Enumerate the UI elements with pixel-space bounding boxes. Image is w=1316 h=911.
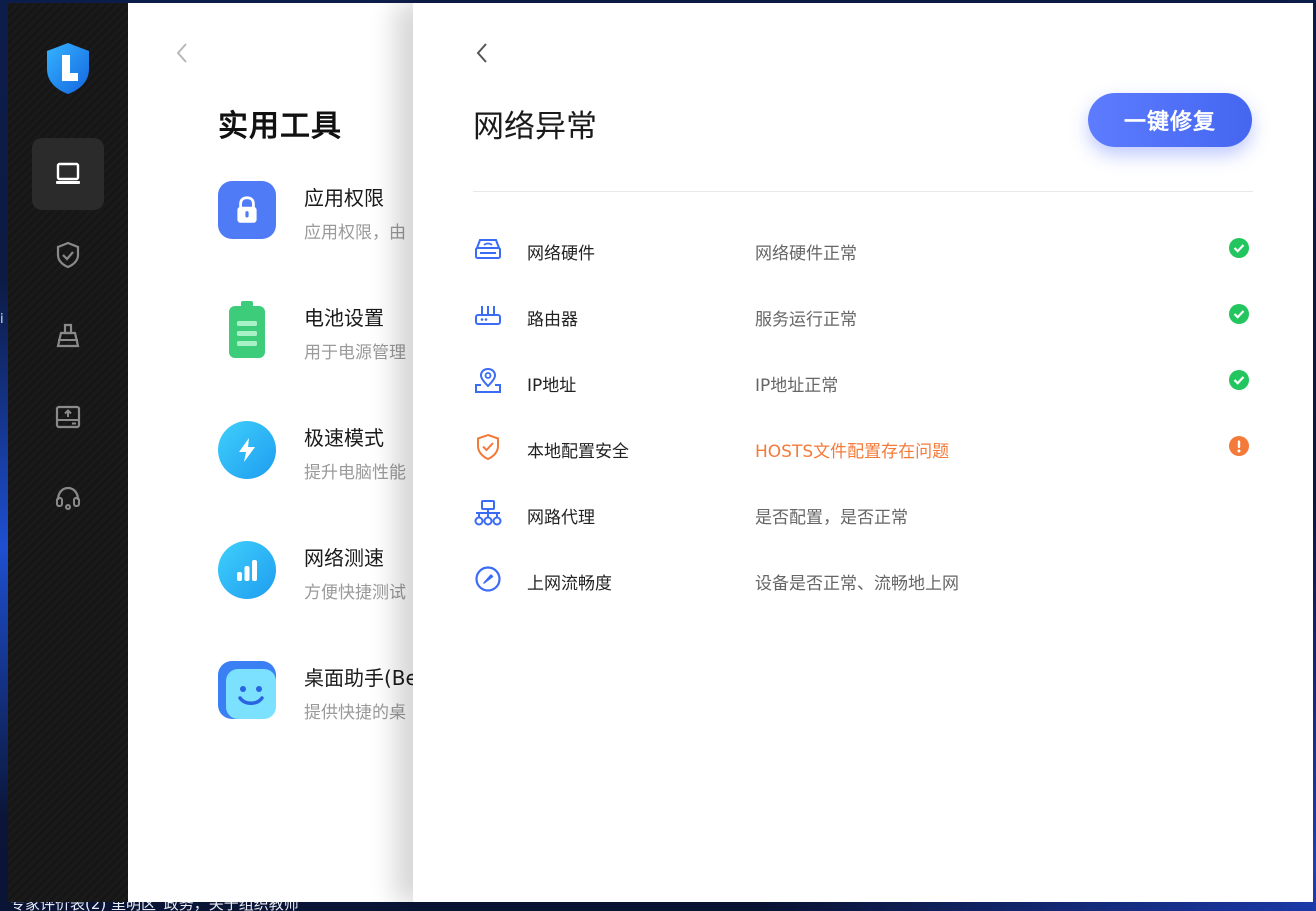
nav-computer[interactable] (32, 138, 104, 210)
check-name: 上网流畅度 (527, 574, 612, 594)
ok-check-icon (1229, 304, 1249, 324)
tool-name: 电池设置 (304, 306, 384, 330)
upload-box-icon (55, 405, 81, 429)
smile-icon (218, 661, 276, 719)
nav-security[interactable] (32, 219, 104, 291)
proxy-tree-icon (474, 500, 502, 526)
check-status: 设备是否正常、流畅地上网 (755, 574, 959, 594)
tool-name: 应用权限 (304, 186, 384, 210)
tool-desc: 用于电源管理 (304, 343, 406, 363)
check-name: 网络硬件 (527, 244, 595, 264)
check-status: HOSTS文件配置存在问题 (755, 442, 950, 462)
tool-desc: 提升电脑性能 (304, 463, 406, 483)
lightning-icon (218, 421, 276, 479)
check-status: 服务运行正常 (755, 310, 857, 330)
ok-check-icon (1229, 370, 1249, 390)
speedometer-icon (475, 566, 501, 592)
network-hardware-icon (475, 239, 501, 259)
check-row-network-hardware: 网络硬件 网络硬件正常 (473, 229, 1253, 269)
tool-name: 桌面助手(Be (304, 666, 418, 690)
one-click-fix-button[interactable]: 一键修复 (1088, 93, 1252, 147)
nav-cleanup[interactable] (32, 300, 104, 372)
location-pin-icon (475, 367, 501, 393)
router-icon (475, 306, 501, 325)
tool-name: 网络测速 (304, 546, 384, 570)
tool-desc: 提供快捷的桌 (304, 703, 406, 723)
app-window: 实用工具 应用权限 应用权限，由 电池设置 用于电源管理 极速模式 提升电脑性能… (8, 3, 1313, 902)
background-text-fragment: i (0, 312, 4, 327)
tool-desc: 应用权限，由 (304, 223, 406, 243)
tool-app-permissions[interactable]: 应用权限 应用权限，由 (218, 181, 428, 251)
check-status: IP地址正常 (755, 376, 839, 396)
ok-check-icon (1229, 238, 1249, 258)
check-name: 路由器 (527, 310, 578, 330)
chevron-left-icon (176, 43, 187, 63)
check-status: 网络硬件正常 (755, 244, 857, 264)
sidebar (8, 3, 128, 902)
headset-icon (56, 486, 80, 510)
nav-upload[interactable] (32, 381, 104, 453)
signal-bars-icon (218, 541, 276, 599)
lock-icon (218, 181, 276, 239)
shield-warning-icon (477, 433, 499, 461)
tool-desc: 方便快捷测试 (304, 583, 406, 603)
back-button[interactable] (473, 41, 491, 65)
check-row-ip-address: IP地址 IP地址正常 (473, 361, 1253, 401)
tool-battery[interactable]: 电池设置 用于电源管理 (218, 301, 428, 371)
chevron-left-icon (476, 43, 487, 63)
nav-support[interactable] (32, 462, 104, 534)
battery-icon (218, 301, 276, 359)
tools-title: 实用工具 (218, 109, 342, 144)
check-row-internet-smoothness: 上网流畅度 设备是否正常、流畅地上网 (473, 559, 1253, 599)
tools-panel: 实用工具 应用权限 应用权限，由 电池设置 用于电源管理 极速模式 提升电脑性能… (128, 3, 428, 902)
check-row-local-config-security: 本地配置安全 HOSTS文件配置存在问题 (473, 427, 1253, 467)
tool-desktop-helper[interactable]: 桌面助手(Be 提供快捷的桌 (218, 661, 428, 731)
check-name: 网路代理 (527, 508, 595, 528)
tool-speed-mode[interactable]: 极速模式 提升电脑性能 (218, 421, 428, 491)
warning-exclamation-icon[interactable] (1229, 436, 1249, 456)
broom-icon (56, 323, 80, 348)
shield-check-icon (56, 241, 80, 269)
computer-icon (56, 162, 80, 184)
check-row-router: 路由器 服务运行正常 (473, 295, 1253, 335)
check-name: 本地配置安全 (527, 442, 629, 462)
check-row-network-proxy: 网路代理 是否配置，是否正常 (473, 493, 1253, 533)
back-button[interactable] (173, 41, 191, 65)
tool-name: 极速模式 (304, 426, 384, 450)
network-panel: 网络异常 一键修复 网络硬件 网络硬件正常 路由器 服务运行正常 IP地址 IP… (413, 3, 1313, 902)
check-status: 是否配置，是否正常 (755, 508, 908, 528)
divider (473, 191, 1253, 192)
app-logo (44, 41, 92, 95)
page-title: 网络异常 (473, 109, 597, 145)
tool-speed-test[interactable]: 网络测速 方便快捷测试 (218, 541, 428, 611)
check-name: IP地址 (527, 376, 577, 396)
